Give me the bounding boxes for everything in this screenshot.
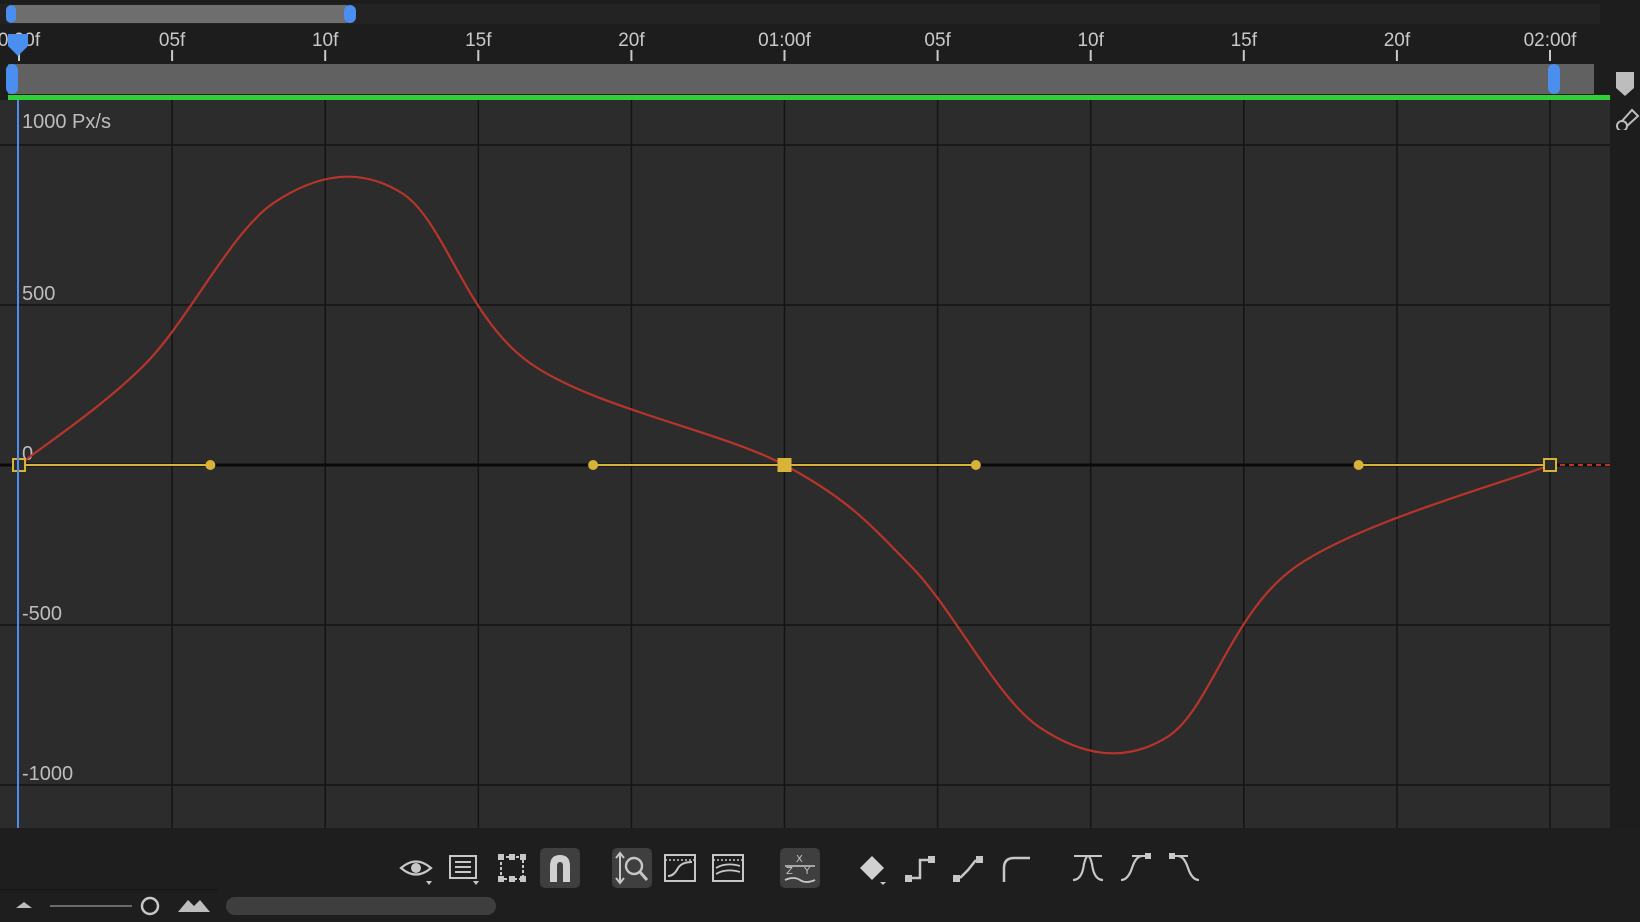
easy-ease-icon <box>1072 854 1104 882</box>
bezier-handle[interactable] <box>1353 460 1364 470</box>
keyframe-diamond-icon <box>860 856 886 885</box>
fit-all-icon <box>664 854 696 882</box>
zoom-out-icon[interactable] <box>16 902 32 908</box>
snap-button[interactable] <box>540 848 580 888</box>
work-area-bar[interactable] <box>8 64 1594 94</box>
separate-dimensions-button[interactable]: X Z Y <box>780 848 820 888</box>
ruler-tick-label: 15f <box>465 30 492 51</box>
ruler-tick-label: 05f <box>159 30 186 51</box>
ruler-tick-label: 10f <box>312 30 339 51</box>
graph-overlay-icon <box>712 854 744 882</box>
hold-icon <box>905 856 935 882</box>
eye-icon <box>399 860 433 885</box>
easy-ease-button[interactable] <box>1068 848 1108 888</box>
edit-keyframe-button[interactable] <box>852 848 892 888</box>
zoom-range-bar[interactable] <box>10 5 350 23</box>
fit-selection-button[interactable] <box>660 848 700 888</box>
svg-text:Z: Z <box>786 866 793 877</box>
y-axis-label: -500 <box>22 603 62 625</box>
work-area-start-handle[interactable] <box>6 64 18 94</box>
auto-zoom-button[interactable] <box>612 848 652 888</box>
keyframe[interactable] <box>777 458 792 472</box>
side-icons <box>1616 72 1640 132</box>
pin-icon[interactable] <box>1616 108 1640 132</box>
ruler-tick-label: 05f <box>924 30 951 51</box>
ruler-tick-label: 20f <box>618 30 645 51</box>
svg-text:Y: Y <box>803 866 811 877</box>
timeline-ruler[interactable]: 0:00f05f10f15f20f01:00f05f10f15f20f02:00… <box>0 0 1610 100</box>
y-axis-label: 500 <box>22 283 55 305</box>
zoom-in-icon[interactable] <box>178 900 210 912</box>
list-icon <box>449 855 479 885</box>
hold-button[interactable] <box>900 848 940 888</box>
fit-all-graphs-button[interactable] <box>708 848 748 888</box>
transform-box-icon <box>498 854 526 882</box>
auto-bezier-icon <box>1002 856 1030 882</box>
ease-out-icon <box>1169 853 1200 882</box>
ease-in-button[interactable] <box>1116 848 1156 888</box>
graph-options-button[interactable] <box>444 848 484 888</box>
zoom-controls <box>16 896 496 916</box>
keyframe[interactable] <box>1543 458 1557 472</box>
side-strip <box>1610 0 1640 828</box>
ruler-tick-label: 20f <box>1384 30 1411 51</box>
graph-editor[interactable]: 1000 Px/s 5000-500-1000 <box>0 100 1610 828</box>
svg-text:X: X <box>796 854 803 865</box>
work-area-end-handle[interactable] <box>1548 64 1560 94</box>
ease-in-icon <box>1120 853 1151 882</box>
separate-dimensions-icon: X Z Y <box>784 854 816 883</box>
ruler-tick-label: 01:00f <box>758 30 812 51</box>
ruler-tick-label: 10f <box>1077 30 1104 51</box>
zoom-slider-thumb[interactable] <box>140 896 160 916</box>
y-axis-label: -1000 <box>22 763 73 785</box>
bezier-handle[interactable] <box>588 460 599 470</box>
marker-icon[interactable] <box>1616 72 1634 96</box>
fit-zoom-icon <box>615 851 649 885</box>
transform-box-button[interactable] <box>492 848 532 888</box>
zoom-range-start-handle[interactable] <box>6 5 16 23</box>
ease-out-button[interactable] <box>1164 848 1204 888</box>
linear-icon <box>953 856 983 882</box>
ruler-tick-label: 15f <box>1231 30 1258 51</box>
snap-magnet-icon <box>550 855 570 882</box>
auto-bezier-button[interactable] <box>996 848 1036 888</box>
ruler-tick-label: 02:00f <box>1524 30 1578 51</box>
bezier-handle[interactable] <box>205 460 216 470</box>
linear-button[interactable] <box>948 848 988 888</box>
bezier-handle[interactable] <box>970 460 981 470</box>
show-properties-button[interactable] <box>396 848 436 888</box>
unit-label: 1000 Px/s <box>22 111 111 133</box>
zoom-range-end-handle[interactable] <box>344 5 356 23</box>
horizontal-scrollbar[interactable] <box>226 897 496 915</box>
